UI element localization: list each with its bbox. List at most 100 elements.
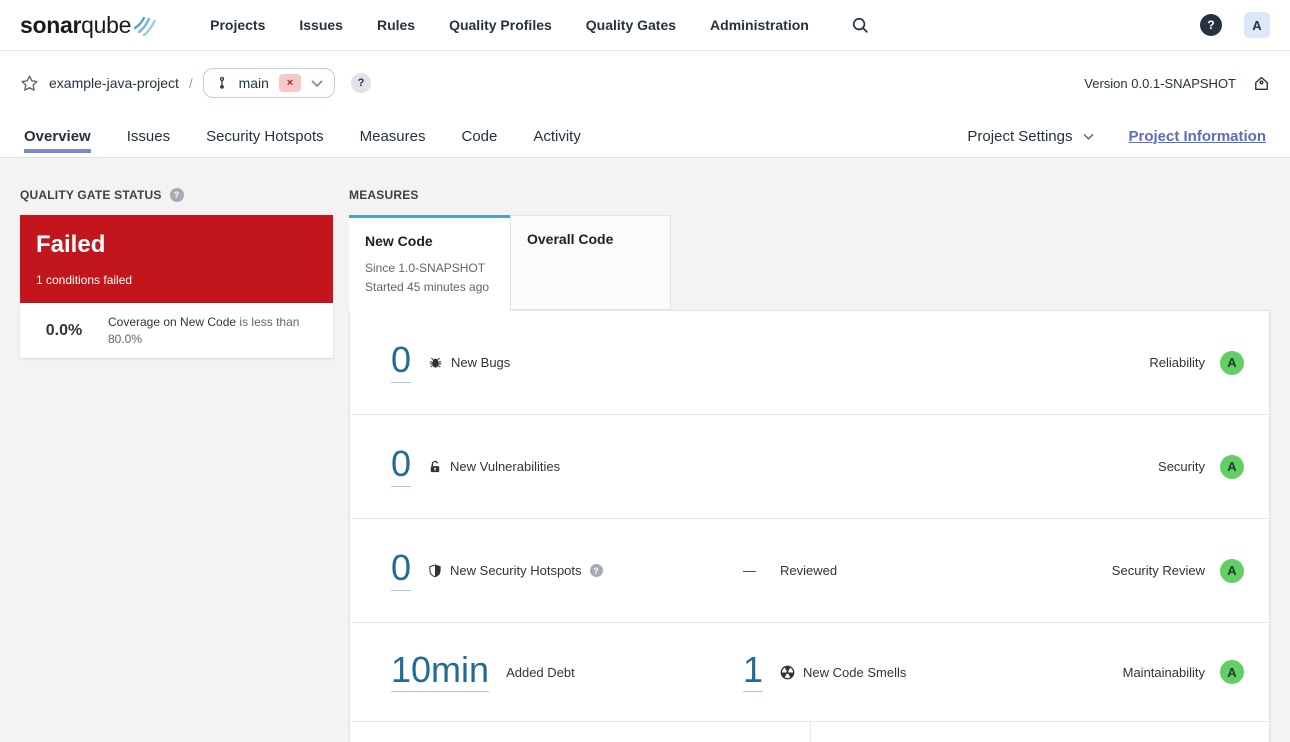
- tab-new-code[interactable]: New Code Since 1.0-SNAPSHOT Started 45 m…: [349, 215, 510, 311]
- added-debt-label: Added Debt: [506, 664, 575, 680]
- quality-gate-title: QUALITY GATE STATUS ?: [20, 188, 333, 202]
- favorite-star-icon[interactable]: [20, 74, 39, 93]
- bug-icon: [428, 355, 443, 370]
- condition-text: Coverage on New Code is less than 80.0%: [108, 314, 318, 347]
- logo-waves-icon: [131, 12, 159, 36]
- measure-row-coverage-duplications: [350, 722, 1269, 742]
- quality-gate-card: Failed 1 conditions failed 0.0% Coverage…: [20, 215, 333, 359]
- new-hotspots-label: New Security Hotspots: [450, 563, 582, 578]
- branch-clear-icon[interactable]: ×: [278, 74, 301, 92]
- security-review-rating-badge[interactable]: A: [1220, 558, 1244, 583]
- new-bugs-label-group: New Bugs: [428, 355, 510, 370]
- new-code-started: Started 45 minutes ago: [365, 280, 490, 295]
- maintainability-label: Maintainability: [1122, 664, 1205, 680]
- new-code-tab-label: New Code: [365, 233, 433, 249]
- breadcrumb-project-name[interactable]: example-java-project: [49, 75, 179, 91]
- security-review-group: Security Review A: [1111, 558, 1244, 583]
- project-information-link[interactable]: Project Information: [1128, 128, 1266, 145]
- tab-code[interactable]: Code: [461, 115, 497, 157]
- menu-administration[interactable]: Administration: [710, 17, 809, 33]
- new-hotspots-label-group: New Security Hotspots ?: [428, 563, 603, 578]
- sonarqube-logo[interactable]: sonar qube: [20, 12, 159, 39]
- search-icon[interactable]: [851, 16, 870, 35]
- quality-gate-panel: QUALITY GATE STATUS ? Failed 1 condition…: [20, 188, 333, 742]
- condition-value: 0.0%: [45, 321, 83, 339]
- shield-icon: [428, 564, 442, 578]
- homepage-icon[interactable]: [1253, 75, 1270, 92]
- hotspots-help-icon[interactable]: ?: [589, 564, 603, 577]
- tab-activity[interactable]: Activity: [533, 115, 581, 157]
- tab-overview[interactable]: Overview: [24, 115, 91, 157]
- branch-icon: [215, 76, 229, 90]
- menu-issues[interactable]: Issues: [299, 17, 343, 33]
- new-vulnerabilities-count[interactable]: 0: [391, 445, 412, 487]
- tab-security-hotspots[interactable]: Security Hotspots: [206, 115, 324, 157]
- project-header: example-java-project / main × ? Version …: [0, 51, 1290, 115]
- code-smell-icon: [780, 665, 795, 680]
- security-rating-badge[interactable]: A: [1220, 454, 1244, 479]
- security-review-label: Security Review: [1111, 563, 1205, 578]
- quality-gate-help-icon[interactable]: ?: [169, 188, 184, 202]
- security-label: Security: [1158, 459, 1205, 474]
- branch-help-icon[interactable]: ?: [350, 73, 371, 93]
- new-vulnerabilities-label-group: New Vulnerabilities: [428, 459, 560, 474]
- menu-projects[interactable]: Projects: [210, 17, 265, 33]
- reliability-group: Reliability A: [1149, 350, 1244, 375]
- reliability-rating-badge[interactable]: A: [1220, 350, 1244, 375]
- main-menu: Projects Issues Rules Quality Profiles Q…: [210, 17, 809, 33]
- project-tabs-bar: Overview Issues Security Hotspots Measur…: [0, 115, 1290, 158]
- lock-open-icon: [428, 460, 442, 474]
- tab-measures[interactable]: Measures: [360, 115, 426, 157]
- maintainability-rating-badge[interactable]: A: [1220, 660, 1244, 684]
- measure-row-hotspots: 0 New Security Hotspots ? — Reviewed Sec…: [350, 519, 1269, 623]
- new-code-since: Since 1.0-SNAPSHOT: [365, 261, 486, 275]
- measure-row-maintainability: 10min Added Debt 1 New Code Smells Maint…: [350, 623, 1269, 722]
- project-settings-label: Project Settings: [967, 127, 1073, 145]
- project-tabs: Overview Issues Security Hotspots Measur…: [24, 115, 581, 157]
- help-icon[interactable]: ?: [1200, 14, 1222, 36]
- new-code-tab-subtext: Since 1.0-SNAPSHOT Started 45 minutes ag…: [365, 259, 494, 298]
- chevron-down-icon[interactable]: [311, 79, 323, 87]
- overall-code-tab-label: Overall Code: [527, 231, 614, 247]
- new-code-smells-count[interactable]: 1: [743, 651, 764, 693]
- new-code-smells-label: New Code Smells: [803, 664, 907, 680]
- navbar-right: ? A: [1200, 12, 1270, 38]
- chevron-down-icon: [1083, 133, 1095, 140]
- condition-metric: Coverage on New Code: [108, 315, 237, 330]
- new-bugs-label: New Bugs: [451, 355, 511, 370]
- logo-text-bold: sonar: [20, 11, 82, 38]
- logo-text-light: qube: [81, 11, 132, 38]
- top-navbar: sonar qube Projects Issues Rules Quality …: [0, 0, 1290, 51]
- tab-overall-code[interactable]: Overall Code: [510, 215, 671, 310]
- measure-row-bugs: 0 New Bugs Reliability A: [350, 311, 1269, 415]
- measure-row-vulnerabilities: 0 New Vulnerabilities Security A: [350, 415, 1269, 519]
- code-smells-group: 1 New Code Smells: [743, 651, 906, 693]
- menu-quality-gates[interactable]: Quality Gates: [586, 17, 676, 33]
- overview-content: QUALITY GATE STATUS ? Failed 1 condition…: [0, 158, 1290, 742]
- measures-card: 0 New Bugs Reliability A 0 New Vulnerabi…: [349, 310, 1270, 742]
- branch-selector[interactable]: main ×: [202, 68, 335, 98]
- menu-quality-profiles[interactable]: Quality Profiles: [449, 17, 552, 33]
- measures-tabs: New Code Since 1.0-SNAPSHOT Started 45 m…: [349, 215, 1270, 311]
- security-group: Security A: [1158, 454, 1244, 479]
- menu-rules[interactable]: Rules: [377, 17, 415, 33]
- new-code-smells-label-group: New Code Smells: [780, 665, 906, 680]
- reliability-label: Reliability: [1149, 355, 1205, 370]
- added-debt-value[interactable]: 10min: [391, 651, 490, 693]
- new-hotspots-count[interactable]: 0: [391, 549, 412, 591]
- failed-condition-row[interactable]: 0.0% Coverage on New Code is less than 8…: [20, 303, 333, 359]
- reviewed-dash: —: [743, 563, 756, 578]
- branch-name: main: [238, 75, 269, 91]
- coverage-cell: [350, 722, 811, 742]
- hotspots-reviewed-group: — Reviewed: [743, 563, 837, 578]
- new-bugs-count[interactable]: 0: [391, 341, 412, 383]
- avatar[interactable]: A: [1244, 12, 1270, 38]
- new-vulnerabilities-label: New Vulnerabilities: [450, 459, 561, 474]
- reviewed-label: Reviewed: [780, 563, 838, 578]
- maintainability-group: Maintainability A: [1123, 660, 1244, 684]
- measures-title: MEASURES: [349, 188, 419, 202]
- quality-gate-conditions-summary: 1 conditions failed: [36, 273, 133, 288]
- tabs-bar-right: Project Settings Project Information: [967, 128, 1266, 145]
- tab-issues[interactable]: Issues: [127, 115, 170, 157]
- project-settings-dropdown[interactable]: Project Settings: [967, 127, 1095, 145]
